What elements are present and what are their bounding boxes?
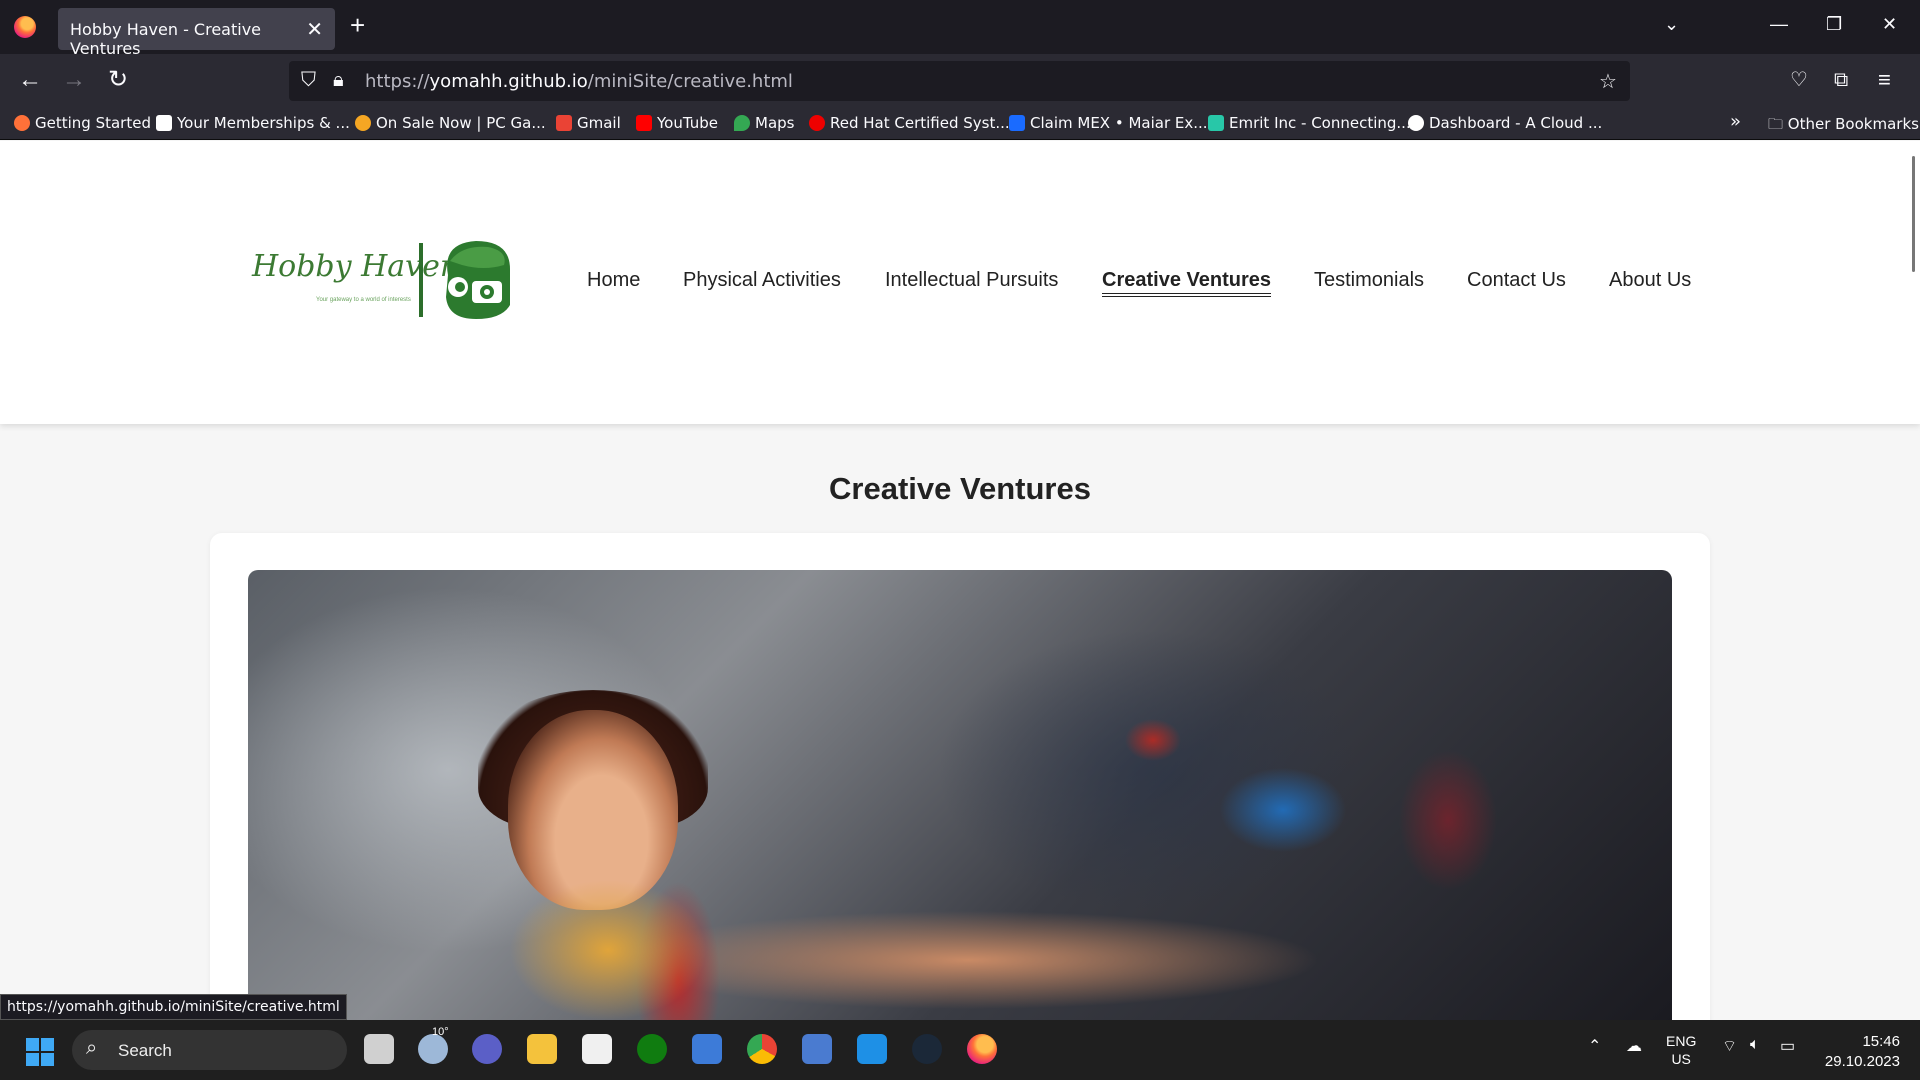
system-clock[interactable]: 15:46 29.10.2023: [1820, 1032, 1900, 1072]
battery-icon[interactable]: ▭: [1780, 1036, 1795, 1056]
nav-intellectual-pursuits[interactable]: Intellectual Pursuits: [885, 269, 1058, 292]
nav-contact-us[interactable]: Contact Us: [1467, 269, 1566, 292]
chrome-icon[interactable]: [747, 1034, 777, 1064]
logo-text: Hobby Haven: [252, 249, 460, 284]
search-icon: ⌕: [86, 1037, 98, 1059]
firefox-icon: [14, 115, 30, 131]
bookmark-item[interactable]: Red Hat Certified Syst...: [809, 114, 1010, 132]
url-bar[interactable]: ⛉ 🔒︎ https://yomahh.github.io/miniSite/c…: [289, 61, 1630, 101]
status-link-preview: https://yomahh.github.io/miniSite/creati…: [0, 994, 347, 1020]
restore-icon[interactable]: ❐: [1826, 14, 1842, 35]
cloud-icon: [1408, 115, 1424, 131]
teams-icon[interactable]: [472, 1034, 502, 1064]
hobby-camera-icon: [446, 241, 510, 319]
language-indicator[interactable]: ENG US: [1666, 1032, 1696, 1068]
lock-icon[interactable]: 🔒︎: [333, 69, 344, 92]
l-app-icon[interactable]: [857, 1034, 887, 1064]
other-bookmarks-folder[interactable]: 🗀︎ Other Bookmarks: [1768, 114, 1919, 139]
bookmark-item[interactable]: Emrit Inc - Connecting...: [1208, 114, 1411, 132]
emrit-icon: [1208, 115, 1224, 131]
painting-body: [468, 860, 1468, 1020]
maps-icon: [734, 115, 750, 131]
xbox-icon[interactable]: [637, 1034, 667, 1064]
nav-testimonials[interactable]: Testimonials: [1314, 269, 1424, 292]
close-window-icon[interactable]: ✕: [1882, 14, 1897, 35]
maiar-icon: [1009, 115, 1025, 131]
gmail-icon: [556, 115, 572, 131]
list-tabs-icon[interactable]: ⌄: [1664, 14, 1679, 35]
extensions-icon[interactable]: ⧉: [1834, 66, 1848, 94]
bookmark-item[interactable]: Gmail: [556, 114, 621, 132]
taskbar-search[interactable]: ⌕ Search: [72, 1030, 347, 1070]
back-icon[interactable]: ←: [18, 66, 42, 94]
nav-about-us[interactable]: About Us: [1609, 269, 1691, 292]
dancer-painting-image: [248, 570, 1672, 1020]
redhat-icon: [809, 115, 825, 131]
windows-start-icon[interactable]: [26, 1038, 54, 1066]
url-text[interactable]: https://yomahh.github.io/miniSite/creati…: [365, 71, 793, 92]
logo-divider: [419, 243, 423, 317]
bookmark-item[interactable]: Maps: [734, 114, 794, 132]
bookmark-item[interactable]: Dashboard - A Cloud ...: [1408, 114, 1602, 132]
bookmark-item[interactable]: Your Memberships & ...: [156, 114, 350, 132]
search-label: Search: [118, 1041, 172, 1060]
weather-icon[interactable]: [418, 1034, 448, 1064]
store-icon: [355, 115, 371, 131]
minimize-icon[interactable]: —: [1770, 14, 1788, 35]
amazon-icon: [156, 115, 172, 131]
nav-physical-activities[interactable]: Physical Activities: [683, 269, 841, 292]
wifi-icon[interactable]: ⌔: [1722, 1036, 1737, 1056]
windows-taskbar: ⌕ Search 10° ⌃ ☁ ENG US ⌔ 🔈︎ ▭ 15:46 29.10…: [0, 1020, 1920, 1080]
logo-tagline: Your gateway to a world of interests: [316, 297, 411, 303]
network-app-icon[interactable]: [802, 1034, 832, 1064]
show-hidden-icons[interactable]: ⌃: [1588, 1036, 1601, 1056]
web-page: Hobby Haven Your gateway to a world of i…: [0, 141, 1920, 1020]
site-logo[interactable]: Hobby Haven Your gateway to a world of i…: [250, 235, 515, 325]
close-tab-icon[interactable]: ✕: [306, 17, 323, 42]
microsoft-store-icon[interactable]: [582, 1034, 612, 1064]
bookmarks-toolbar: Getting Started Your Memberships & ... O…: [0, 108, 1920, 140]
bookmark-item[interactable]: Getting Started: [14, 114, 151, 132]
forward-icon[interactable]: →: [62, 66, 86, 94]
page-scrollbar[interactable]: [1912, 156, 1915, 272]
nav-home[interactable]: Home: [587, 269, 640, 292]
menu-icon[interactable]: ≡: [1878, 66, 1891, 94]
site-header: Hobby Haven Your gateway to a world of i…: [0, 141, 1920, 424]
active-tab[interactable]: Hobby Haven - Creative Ventures ✕: [58, 8, 335, 58]
firefox-icon[interactable]: [14, 16, 36, 38]
page-title: Creative Ventures: [829, 471, 1091, 506]
weather-temp: 10°: [432, 1026, 449, 1038]
bookmark-star-icon[interactable]: ☆: [1599, 69, 1617, 94]
volume-icon[interactable]: 🔈︎: [1750, 1036, 1760, 1054]
media-player-icon[interactable]: [692, 1034, 722, 1064]
reload-icon[interactable]: ↻: [108, 66, 128, 94]
tab-strip: Hobby Haven - Creative Ventures ✕ + ⌄ — …: [0, 0, 1920, 58]
bookmark-item[interactable]: Claim MEX • Maiar Ex...: [1009, 114, 1208, 132]
new-tab-icon[interactable]: +: [350, 12, 365, 38]
youtube-icon: [636, 115, 652, 131]
folder-icon: 🗀︎: [1768, 115, 1788, 133]
tab-title: Hobby Haven - Creative Ventures: [70, 20, 261, 58]
task-view-icon[interactable]: [364, 1034, 394, 1064]
bookmark-item[interactable]: On Sale Now | PC Ga...: [355, 114, 546, 132]
nav-creative-ventures[interactable]: Creative Ventures: [1102, 269, 1271, 297]
content-card: [210, 533, 1710, 1020]
pocket-icon[interactable]: ♡: [1790, 66, 1808, 94]
more-bookmarks-icon[interactable]: »: [1730, 111, 1741, 132]
bookmark-item[interactable]: YouTube: [636, 114, 718, 132]
shield-icon[interactable]: ⛉: [301, 69, 316, 92]
onedrive-icon[interactable]: ☁: [1626, 1036, 1642, 1056]
steam-icon[interactable]: [912, 1034, 942, 1064]
firefox-taskbar-icon[interactable]: [967, 1034, 997, 1064]
file-explorer-icon[interactable]: [527, 1034, 557, 1064]
